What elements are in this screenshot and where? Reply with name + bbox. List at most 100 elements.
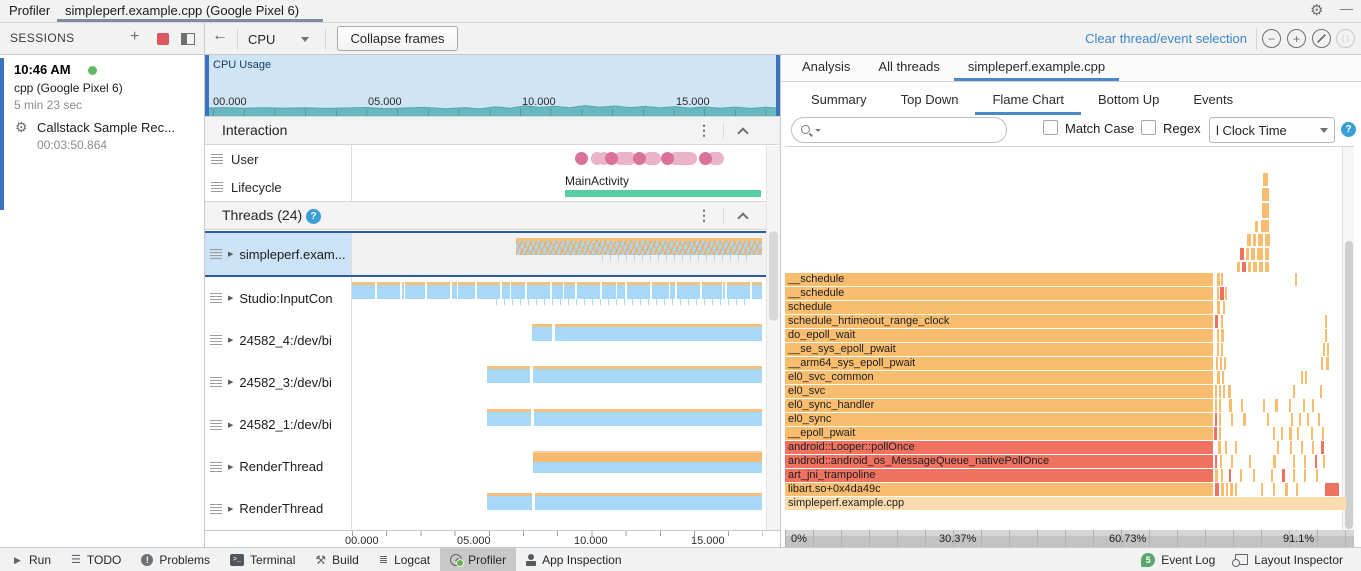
zoom-in-icon[interactable]: + (1287, 29, 1306, 48)
drag-handle-icon[interactable] (211, 154, 223, 164)
thread-row-24582-3-dev-bi[interactable]: ▶ 24582_3:/dev/bi (205, 361, 780, 404)
expand-arrow-icon[interactable]: ▶ (228, 505, 233, 513)
flame-frame-arm64-sys-epoll-pwait[interactable]: __arm64_sys_epoll_pwait (785, 357, 1213, 370)
gear-icon[interactable]: ⚙ (1310, 1, 1323, 19)
collapse-panel-icon[interactable] (181, 33, 195, 45)
tab-analysis[interactable]: Analysis (788, 55, 864, 81)
status-item-logcat[interactable]: ≣ Logcat (369, 548, 440, 571)
help-icon[interactable]: ? (306, 209, 322, 224)
thread-row-24582-1-dev-bi[interactable]: ▶ 24582_1:/dev/bi (205, 403, 780, 446)
flame-frame-schedule-hrtimeout-range-clock[interactable]: schedule_hrtimeout_range_clock (785, 315, 1213, 328)
tab-simpleperf-example-cpp[interactable]: simpleperf.example.cpp (954, 55, 1119, 81)
thread-row-renderthread[interactable]: ▶ RenderThread (205, 487, 780, 530)
drag-handle-icon[interactable] (210, 461, 222, 472)
flame-frame-schedule[interactable]: __schedule (785, 273, 1213, 286)
status-item-run[interactable]: ▶ Run (4, 548, 61, 571)
regex-checkbox[interactable] (1141, 120, 1156, 135)
flame-frame-do-epoll-wait[interactable]: do_epoll_wait (785, 329, 1213, 342)
lifecycle-track-row[interactable]: Lifecycle MainActivity (205, 173, 780, 201)
tab-all-threads[interactable]: All threads (864, 55, 953, 81)
subtab-top-down[interactable]: Top Down (884, 85, 976, 115)
flame-sliver (1322, 427, 1324, 440)
status-item-terminal[interactable]: >_ Terminal (220, 548, 305, 571)
collapse-frames-button[interactable]: Collapse frames (337, 26, 458, 51)
flame-frame-art-jni-trampoline[interactable]: art_jni_trampoline (785, 469, 1213, 482)
threads-title-text: Threads (24) (222, 207, 303, 223)
drag-handle-icon[interactable] (210, 293, 222, 304)
overflow-menu-icon[interactable]: ⋮ (697, 122, 711, 139)
bar-gap (552, 324, 555, 342)
thread-row-renderthread[interactable]: ▶ RenderThread (205, 445, 780, 488)
timeline-scrollbar (766, 146, 780, 530)
expand-arrow-icon[interactable]: ▶ (228, 336, 233, 344)
expand-arrow-icon[interactable]: ▶ (228, 378, 233, 386)
expand-arrow-icon[interactable]: ▶ (228, 294, 233, 302)
flame-frame-el0-svc-common[interactable]: el0_svc_common (785, 371, 1213, 384)
flame-frame-schedule[interactable]: schedule (785, 301, 1213, 314)
drag-handle-icon[interactable] (211, 182, 223, 192)
drag-handle-icon[interactable] (210, 335, 222, 346)
timeline-scrollbar-thumb[interactable] (769, 231, 778, 321)
cpu-usage-chart[interactable]: 00.000 05.000 10.000 15.000 CPU Usage (205, 55, 780, 116)
collapse-chevron-icon[interactable] (737, 212, 749, 224)
stop-recording-icon[interactable] (157, 33, 169, 45)
flame-frame-el0-sync-handler[interactable]: el0_sync_handler (785, 399, 1213, 412)
status-item-build[interactable]: ⚒ Build (305, 548, 368, 571)
thread-name: 24582_3:/dev/bi (239, 374, 332, 390)
user-track-row[interactable]: User (205, 145, 780, 173)
expand-arrow-icon[interactable]: ▶ (228, 421, 233, 429)
help-icon[interactable]: ? (1341, 122, 1356, 137)
flame-chart-scrollbar-thumb[interactable] (1345, 241, 1353, 529)
drag-handle-icon[interactable] (210, 503, 222, 514)
reset-zoom-icon[interactable] (1312, 29, 1331, 48)
drag-handle-icon[interactable] (210, 419, 222, 430)
back-arrow-icon[interactable]: ← (212, 27, 228, 45)
zoom-out-icon[interactable]: − (1262, 29, 1281, 48)
expand-arrow-icon[interactable]: ▶ (228, 250, 233, 258)
status-item-layout-inspector[interactable]: Layout Inspector (1225, 548, 1353, 571)
build-icon: ⚒ (315, 552, 327, 567)
subtab-bottom-up[interactable]: Bottom Up (1081, 85, 1176, 115)
thread-row-simpleperf-exam[interactable]: ▶ simpleperf.exam... (205, 231, 780, 278)
profiler-type-dropdown[interactable]: CPU (248, 28, 320, 50)
status-item-label: Problems (159, 552, 211, 567)
match-case-checkbox[interactable] (1043, 120, 1058, 135)
clock-type-dropdown[interactable]: l Clock Time (1209, 117, 1335, 143)
flame-frame-android-android-os-messagequeue-nativepollonce[interactable]: android::android_os_MessageQueue_nativeP… (785, 455, 1213, 468)
flame-spike-segment (1253, 234, 1256, 246)
status-item-event-log[interactable]: 5 Event Log (1131, 548, 1225, 571)
thread-row-studio-inputcon[interactable]: ▶ Studio:InputCon (205, 277, 780, 320)
thread-row-24582-4-dev-bi[interactable]: ▶ 24582_4:/dev/bi (205, 319, 780, 362)
flame-frame-android-looper-pollonce[interactable]: android::Looper::pollOnce (785, 441, 1213, 454)
subtab-summary[interactable]: Summary (794, 85, 884, 115)
expand-arrow-icon[interactable]: ▶ (228, 463, 233, 471)
flame-frame-el0-sync[interactable]: el0_sync (785, 413, 1213, 426)
drag-handle-icon[interactable] (210, 249, 222, 260)
flame-frame-simpleperf-example-cpp[interactable]: simpleperf.example.cpp (785, 497, 1346, 510)
flame-frame-epoll-pwait[interactable]: __epoll_pwait (785, 427, 1213, 440)
status-item-problems[interactable]: ! Problems (131, 548, 220, 571)
status-item-app-inspection[interactable]: App Inspection (516, 548, 631, 571)
add-session-icon[interactable]: + (130, 28, 139, 46)
flame-frame-el0-svc[interactable]: el0_svc (785, 385, 1213, 398)
flame-sliver (1221, 343, 1223, 356)
drag-handle-icon[interactable] (210, 377, 222, 388)
clear-selection-link[interactable]: Clear thread/event selection (1085, 31, 1247, 46)
status-item-todo[interactable]: ☰ TODO (61, 548, 131, 571)
flame-frame-se-sys-epoll-pwait[interactable]: __se_sys_epoll_pwait (785, 343, 1213, 356)
flame-frame-schedule[interactable]: __schedule (785, 287, 1213, 300)
subtab-flame-chart[interactable]: Flame Chart (975, 85, 1081, 115)
thread-activity-bar (516, 238, 762, 261)
search-input[interactable] (823, 120, 1006, 140)
frame-selection-icon[interactable]: [ ] (1336, 29, 1355, 48)
status-item-profiler[interactable]: Profiler (440, 548, 517, 571)
search-box[interactable] (791, 117, 1007, 143)
flame-sliver (1215, 385, 1217, 398)
subtab-events[interactable]: Events (1176, 85, 1250, 115)
flame-frame-libart-so-0x4da49c[interactable]: libart.so+0x4da49c (785, 483, 1213, 496)
overflow-menu-icon[interactable]: ⋮ (697, 207, 711, 224)
minimize-icon[interactable]: — (1340, 1, 1353, 16)
collapse-chevron-icon[interactable] (737, 127, 749, 139)
range-handle-left[interactable] (205, 55, 209, 116)
search-history-caret-icon[interactable] (815, 128, 821, 132)
